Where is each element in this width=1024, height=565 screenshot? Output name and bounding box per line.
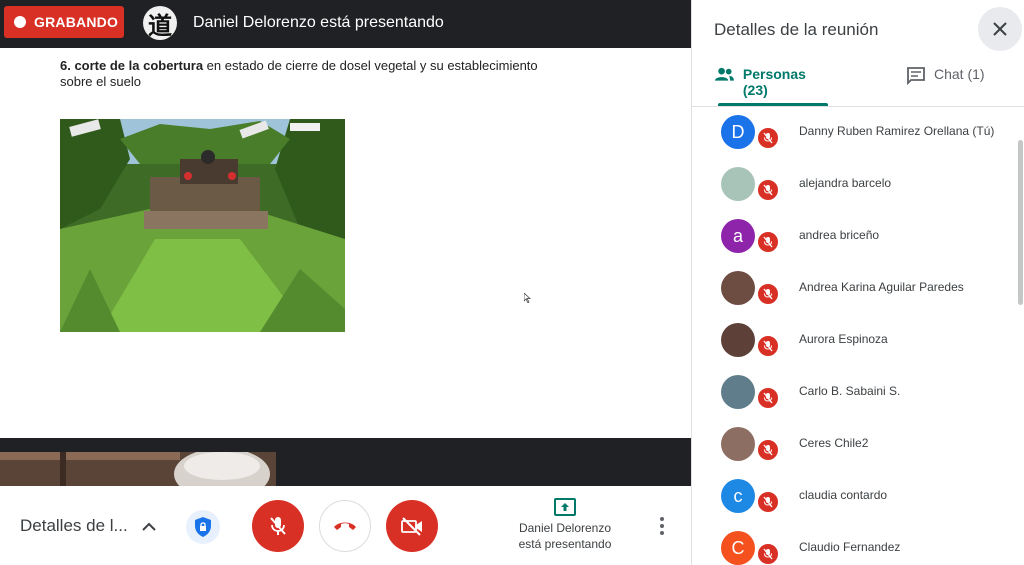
more-dot-icon xyxy=(660,517,664,521)
top-bar: GRABANDO 道 Daniel Delorenzo está present… xyxy=(0,0,691,48)
participant-row[interactable]: a andrea briceño xyxy=(692,211,1017,263)
present-status-line1: Daniel Delorenzo xyxy=(518,521,612,535)
avatar: a xyxy=(721,219,755,253)
participant-row[interactable]: Aurora Espinoza xyxy=(692,315,1017,367)
recording-badge: GRABANDO xyxy=(4,6,124,38)
participant-name: Ceres Chile2 xyxy=(799,436,869,450)
avatar xyxy=(721,375,755,409)
people-list: D Danny Ruben Ramirez Orellana (Tú) alej… xyxy=(692,107,1024,565)
mic-muted-icon xyxy=(756,490,780,514)
avatar xyxy=(721,271,755,305)
participant-row[interactable]: Carlo B. Sabaini S. xyxy=(692,367,1017,419)
presenter-avatar: 道 xyxy=(143,6,177,40)
participant-name: Carlo B. Sabaini S. xyxy=(799,384,901,398)
participant-row[interactable]: alejandra barcelo xyxy=(692,159,1017,211)
participant-row[interactable]: c claudia contardo xyxy=(692,471,1017,523)
more-dot-icon xyxy=(660,524,664,528)
tab-people-label: Personas (23) xyxy=(742,66,806,98)
self-video-thumbnail xyxy=(0,452,276,486)
meeting-details-panel: Detalles de la reunión Personas (23) Cha… xyxy=(691,0,1024,565)
close-icon xyxy=(993,22,1007,36)
slide-text-line1: en estado de cierre de dosel vegetal y s… xyxy=(203,58,538,73)
present-status-line2: está presentando xyxy=(518,537,612,551)
chevron-up-icon xyxy=(142,522,156,531)
recording-dot-icon xyxy=(14,16,26,28)
chat-icon xyxy=(907,67,925,85)
tab-chat-label: Chat (1) xyxy=(934,66,985,82)
panel-scrollbar[interactable] xyxy=(1018,140,1023,305)
meeting-details-label: Detalles de l... xyxy=(20,516,128,535)
hang-up-button[interactable] xyxy=(319,500,371,552)
present-now-button[interactable]: Daniel Delorenzo está presentando xyxy=(505,498,625,552)
mic-muted-icon xyxy=(756,334,780,358)
shield-lock-icon xyxy=(195,517,211,537)
avatar: D xyxy=(721,115,755,149)
participant-row[interactable]: D Danny Ruben Ramirez Orellana (Tú) xyxy=(692,107,1017,159)
mic-muted-icon xyxy=(756,178,780,202)
camera-toggle-button[interactable] xyxy=(386,500,438,552)
security-shield-button[interactable] xyxy=(186,510,220,544)
present-screen-icon xyxy=(554,498,576,516)
participant-name: Claudio Fernandez xyxy=(799,540,901,554)
participant-name: Danny Ruben Ramirez Orellana (Tú) xyxy=(799,124,995,138)
avatar xyxy=(721,323,755,357)
microphone-toggle-button[interactable] xyxy=(252,500,304,552)
mic-muted-icon xyxy=(756,386,780,410)
avatar: C xyxy=(721,531,755,565)
participant-row[interactable]: Ceres Chile2 xyxy=(692,419,1017,471)
presentation-slide: 6. corte de la cobertura en estado de ci… xyxy=(0,48,691,438)
main-stage: GRABANDO 道 Daniel Delorenzo está present… xyxy=(0,0,691,565)
avatar: c xyxy=(721,479,755,513)
slide-text: 6. corte de la cobertura en estado de ci… xyxy=(60,58,620,90)
participant-name: Aurora Espinoza xyxy=(799,332,888,346)
participant-row[interactable]: C Claudio Fernandez xyxy=(692,523,1017,565)
participant-name: Andrea Karina Aguilar Paredes xyxy=(799,280,964,294)
mic-off-icon xyxy=(270,517,286,535)
recording-label: GRABANDO xyxy=(34,14,119,30)
more-options-button[interactable] xyxy=(652,514,672,538)
presenter-title: Daniel Delorenzo está presentando xyxy=(193,14,444,31)
avatar xyxy=(721,427,755,461)
participant-name: claudia contardo xyxy=(799,488,888,502)
people-icon xyxy=(714,67,734,81)
mic-muted-icon xyxy=(756,282,780,306)
participant-name: andrea briceño xyxy=(799,228,880,242)
camera-off-icon xyxy=(401,517,422,536)
tab-people[interactable]: Personas (23) xyxy=(714,66,830,106)
mouse-cursor-icon xyxy=(524,293,531,303)
participant-name: alejandra barcelo xyxy=(799,176,892,190)
slide-text-bold: 6. corte de la cobertura xyxy=(60,58,204,73)
slide-text-line2: sobre el suelo xyxy=(60,74,141,89)
call-controls-bar: Detalles de l... Daniel Delorenzo está p… xyxy=(0,486,691,565)
meeting-details-button[interactable]: Detalles de l... xyxy=(20,516,156,536)
panel-title: Detalles de la reunión xyxy=(714,20,879,39)
participant-row[interactable]: Andrea Karina Aguilar Paredes xyxy=(692,263,1017,315)
tab-chat[interactable]: Chat (1) xyxy=(906,66,985,106)
avatar xyxy=(721,167,755,201)
mic-muted-icon xyxy=(756,542,780,565)
mic-muted-icon xyxy=(756,126,780,150)
close-panel-button[interactable] xyxy=(978,7,1022,51)
more-dot-icon xyxy=(660,531,664,535)
mic-muted-icon xyxy=(756,438,780,462)
phone-hangup-icon xyxy=(334,522,356,530)
mic-muted-icon xyxy=(756,230,780,254)
slide-photo xyxy=(60,119,345,332)
